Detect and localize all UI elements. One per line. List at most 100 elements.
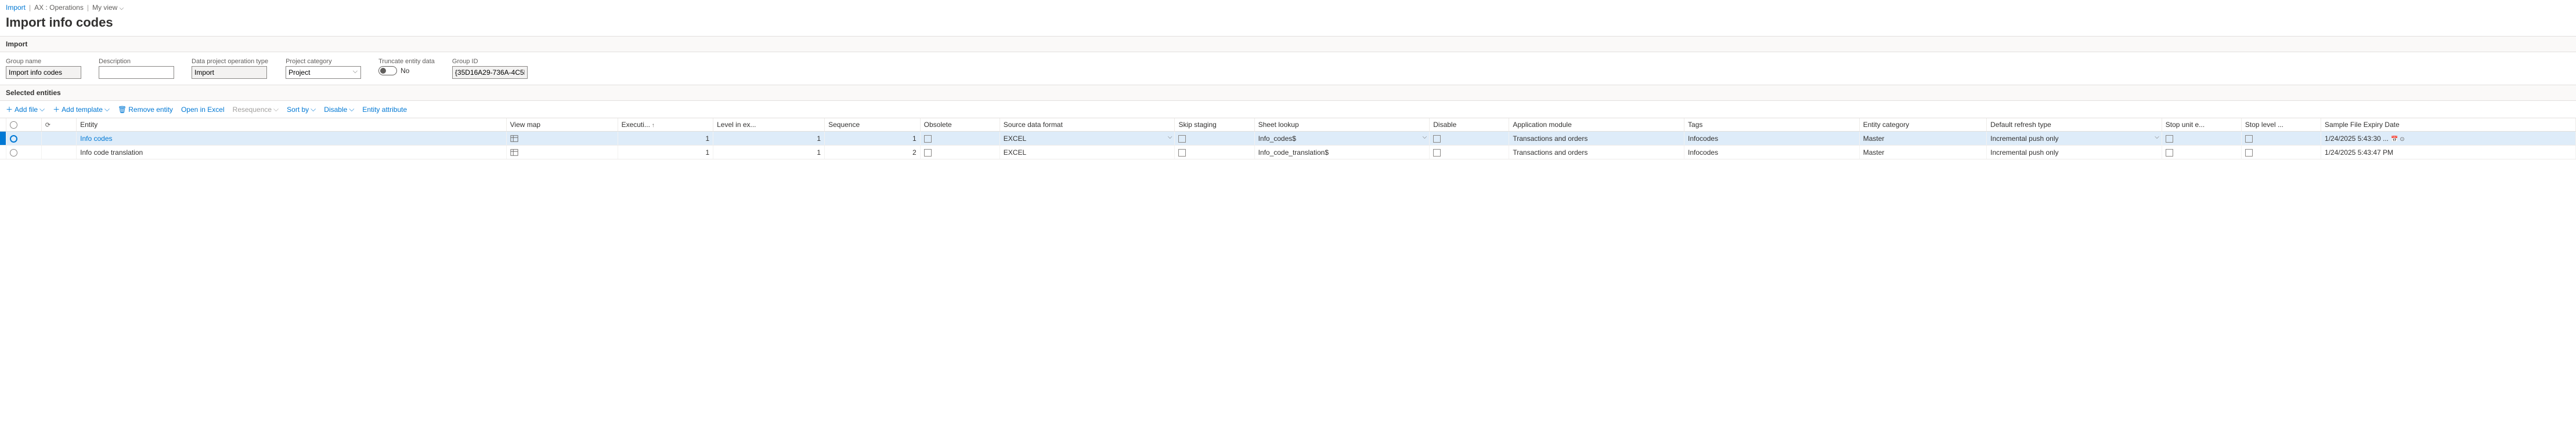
input-operation-type[interactable] [192, 66, 267, 79]
cell-skip-staging[interactable] [1175, 146, 1254, 159]
add-file-button[interactable]: ＋ Add file ⌵ [6, 104, 45, 114]
remove-entity-label: Remove entity [128, 106, 173, 114]
disable-button[interactable]: Disable ⌵ [324, 105, 354, 114]
col-tags[interactable]: Tags [1684, 118, 1860, 132]
cell-disable[interactable] [1430, 132, 1509, 146]
col-sheet-lookup[interactable]: Sheet lookup [1254, 118, 1430, 132]
cell-app-module[interactable]: Transactions and orders [1509, 132, 1684, 146]
cell-default-refresh[interactable]: Incremental push only [1987, 132, 2162, 146]
col-refresh[interactable]: ⟳ [41, 118, 76, 132]
radio-icon [10, 149, 17, 157]
view-map-icon [510, 148, 518, 156]
toggle-truncate-value: No [401, 67, 409, 75]
checkbox-icon [2245, 149, 2253, 157]
chevron-down-icon: ⌵ [104, 105, 110, 114]
cell-entity-category[interactable]: Master [1859, 132, 1986, 146]
remove-entity-button[interactable]: 🗑 Remove entity [118, 106, 173, 114]
date-picker-icon[interactable]: 📅 ⊙ [2391, 136, 2405, 143]
input-description[interactable] [99, 66, 174, 79]
table-row[interactable]: Info code translation112EXCELInfo_code_t… [0, 146, 2576, 159]
row-marker [0, 132, 6, 146]
input-group-id[interactable] [452, 66, 528, 79]
cell-obsolete[interactable] [920, 146, 1000, 159]
col-sample-expiry[interactable]: Sample File Expiry Date [2321, 118, 2576, 132]
cell-stop-level[interactable] [2241, 132, 2321, 146]
cell-app-module[interactable]: Transactions and orders [1509, 146, 1684, 159]
input-group-name[interactable] [6, 66, 81, 79]
checkbox-icon [1433, 135, 1441, 143]
row-refresh[interactable] [41, 146, 76, 159]
col-source-format[interactable]: Source data format [1000, 118, 1175, 132]
col-view-map[interactable]: View map [506, 118, 618, 132]
toggle-truncate[interactable] [378, 66, 397, 75]
cell-entity[interactable]: Info code translation [77, 146, 506, 159]
col-app-module[interactable]: Application module [1509, 118, 1684, 132]
cell-execution-unit[interactable]: 1 [618, 132, 713, 146]
select-project-category[interactable] [286, 66, 361, 79]
add-template-button[interactable]: ＋ Add template ⌵ [53, 104, 110, 114]
col-select[interactable] [6, 118, 41, 132]
cell-view-map[interactable] [506, 132, 618, 146]
row-select[interactable] [6, 146, 41, 159]
cell-entity-category[interactable]: Master [1859, 146, 1986, 159]
cell-disable[interactable] [1430, 146, 1509, 159]
breadcrumb-import-link[interactable]: Import [6, 3, 26, 12]
col-skip-staging[interactable]: Skip staging [1175, 118, 1254, 132]
cell-stop-unit[interactable] [2162, 132, 2241, 146]
entity-attribute-button[interactable]: Entity attribute [362, 106, 407, 114]
import-form: Group name Description Data project oper… [0, 52, 2576, 85]
field-group-name: Group name [6, 58, 81, 79]
row-refresh[interactable] [41, 132, 76, 146]
sort-by-button[interactable]: Sort by ⌵ [287, 105, 316, 114]
label-group-id: Group ID [452, 58, 528, 65]
cell-level-in-exec[interactable]: 1 [713, 146, 825, 159]
table-row[interactable]: Info codes111EXCELInfo_codes$Transaction… [0, 132, 2576, 146]
col-level-in-exec[interactable]: Level in ex... [713, 118, 825, 132]
cell-source-format[interactable]: EXCEL [1000, 132, 1175, 146]
col-execution-unit[interactable]: Executi... [618, 118, 713, 132]
cell-sequence[interactable]: 2 [825, 146, 921, 159]
plus-icon: ＋ [6, 104, 13, 114]
cell-stop-level[interactable] [2241, 146, 2321, 159]
label-truncate: Truncate entity data [378, 58, 435, 65]
col-entity[interactable]: Entity [77, 118, 506, 132]
refresh-icon: ⟳ [45, 121, 50, 129]
col-stop-unit[interactable]: Stop unit e... [2162, 118, 2241, 132]
cell-sheet-lookup[interactable]: Info_code_translation$ [1254, 146, 1430, 159]
col-stop-level[interactable]: Stop level ... [2241, 118, 2321, 132]
cell-skip-staging[interactable] [1175, 132, 1254, 146]
cell-source-format[interactable]: EXCEL [1000, 146, 1175, 159]
col-obsolete[interactable]: Obsolete [920, 118, 1000, 132]
breadcrumb: Import | AX : Operations | My view ⌵ [0, 0, 2576, 15]
cell-tags[interactable]: Infocodes [1684, 146, 1860, 159]
cell-level-in-exec[interactable]: 1 [713, 132, 825, 146]
cell-view-map[interactable] [506, 146, 618, 159]
col-entity-category[interactable]: Entity category [1859, 118, 1986, 132]
breadcrumb-ax: AX : Operations [34, 3, 84, 12]
cell-sheet-lookup[interactable]: Info_codes$ [1254, 132, 1430, 146]
open-excel-button[interactable]: Open in Excel [181, 106, 225, 114]
resequence-button[interactable]: Resequence ⌵ [233, 105, 279, 114]
cell-obsolete[interactable] [920, 132, 1000, 146]
section-import-header[interactable]: Import [0, 36, 2576, 52]
cell-sequence[interactable]: 1 [825, 132, 921, 146]
disable-label: Disable [324, 106, 347, 114]
checkbox-icon [924, 149, 932, 157]
cell-tags[interactable]: Infocodes [1684, 132, 1860, 146]
row-marker [0, 146, 6, 159]
cell-entity[interactable]: Info codes [77, 132, 506, 146]
checkbox-icon [1178, 149, 1186, 157]
row-select[interactable] [6, 132, 41, 146]
section-entities-header[interactable]: Selected entities [0, 85, 2576, 101]
cell-default-refresh[interactable]: Incremental push only [1987, 146, 2162, 159]
col-disable[interactable]: Disable [1430, 118, 1509, 132]
cell-stop-unit[interactable] [2162, 146, 2241, 159]
col-sequence[interactable]: Sequence [825, 118, 921, 132]
breadcrumb-myview[interactable]: My view ⌵ [92, 3, 124, 12]
cell-sample-expiry[interactable]: 1/24/2025 5:43:47 PM [2321, 146, 2576, 159]
col-default-refresh[interactable]: Default refresh type [1987, 118, 2162, 132]
breadcrumb-myview-label: My view [92, 3, 117, 12]
label-group-name: Group name [6, 58, 81, 65]
cell-sample-expiry[interactable]: 1/24/2025 5:43:30 ...📅 ⊙ [2321, 132, 2576, 146]
cell-execution-unit[interactable]: 1 [618, 146, 713, 159]
